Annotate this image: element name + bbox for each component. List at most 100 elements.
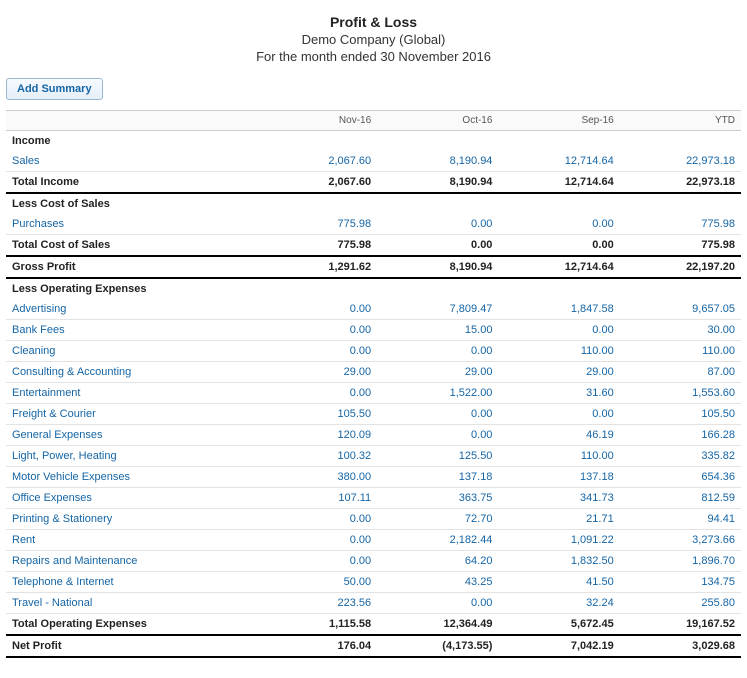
cell-value[interactable]: 46.19	[498, 425, 619, 446]
cell-value[interactable]: 0.00	[256, 320, 377, 341]
cell-value[interactable]: 21.71	[498, 509, 619, 530]
cell-value[interactable]: 110.00	[498, 341, 619, 362]
account-link[interactable]: Repairs and Maintenance	[12, 555, 137, 567]
cell-value[interactable]: 3,273.66	[620, 530, 741, 551]
account-link[interactable]: Cleaning	[12, 345, 55, 357]
gross-profit-row: Gross Profit 1,291.62 8,190.94 12,714.64…	[6, 256, 741, 278]
cell-value[interactable]: 223.56	[256, 593, 377, 614]
account-link[interactable]: Office Expenses	[12, 492, 92, 504]
cell-value[interactable]: 1,522.00	[377, 383, 498, 404]
cell-value[interactable]: 137.18	[498, 467, 619, 488]
add-summary-button[interactable]: Add Summary	[6, 78, 103, 100]
cell-value[interactable]: 105.50	[256, 404, 377, 425]
cell-value[interactable]: 9,657.05	[620, 299, 741, 320]
cell-value[interactable]: 7,809.47	[377, 299, 498, 320]
table-row: Advertising 0.007,809.471,847.589,657.05	[6, 299, 741, 320]
cell-value[interactable]: 32.24	[498, 593, 619, 614]
cell-value[interactable]: 30.00	[620, 320, 741, 341]
cell-value[interactable]: 341.73	[498, 488, 619, 509]
cell-value[interactable]: 31.60	[498, 383, 619, 404]
col-header: Sep-16	[498, 111, 619, 131]
cell-value[interactable]: 120.09	[256, 425, 377, 446]
cell-value[interactable]: 1,832.50	[498, 551, 619, 572]
cell-value[interactable]: 50.00	[256, 572, 377, 593]
cell-value[interactable]: 29.00	[256, 362, 377, 383]
cell-value[interactable]: 0.00	[377, 214, 498, 235]
cell-value[interactable]: 363.75	[377, 488, 498, 509]
total-income-row: Total Income 2,067.60 8,190.94 12,714.64…	[6, 172, 741, 194]
cell-value[interactable]: 87.00	[620, 362, 741, 383]
cell-value[interactable]: 380.00	[256, 467, 377, 488]
cell-value[interactable]: 41.50	[498, 572, 619, 593]
cell-value[interactable]: 29.00	[377, 362, 498, 383]
cell-value[interactable]: 134.75	[620, 572, 741, 593]
table-row: Bank Fees0.0015.000.0030.00	[6, 320, 741, 341]
cell-value[interactable]: 812.59	[620, 488, 741, 509]
cell-value[interactable]: 0.00	[256, 341, 377, 362]
cell-value[interactable]: 12,714.64	[498, 151, 619, 172]
cell-value[interactable]: 335.82	[620, 446, 741, 467]
cell-value[interactable]: 137.18	[377, 467, 498, 488]
section-title-opex: Less Operating Expenses	[6, 278, 741, 299]
cell-value[interactable]: 2,182.44	[377, 530, 498, 551]
table-row: Cleaning0.000.00110.00110.00	[6, 341, 741, 362]
cell-value[interactable]: 0.00	[498, 214, 619, 235]
account-link[interactable]: Rent	[12, 534, 35, 546]
account-link[interactable]: Light, Power, Heating	[12, 450, 117, 462]
table-row: Printing & Stationery 0.0072.7021.7194.41	[6, 509, 741, 530]
cell-value[interactable]: 0.00	[256, 299, 377, 320]
report-header: Profit & Loss Demo Company (Global) For …	[6, 14, 741, 64]
account-link[interactable]: Bank Fees	[12, 324, 65, 336]
account-link[interactable]: Sales	[12, 155, 40, 167]
cell-value[interactable]: 107.11	[256, 488, 377, 509]
cell-value[interactable]: 0.00	[377, 593, 498, 614]
cell-value[interactable]: 775.98	[620, 214, 741, 235]
table-row: Freight & Courier105.500.000.00105.50	[6, 404, 741, 425]
cell-value[interactable]: 0.00	[256, 383, 377, 404]
account-link[interactable]: Entertainment	[12, 387, 80, 399]
cell-value[interactable]: 15.00	[377, 320, 498, 341]
col-header: Nov-16	[256, 111, 377, 131]
report-title: Profit & Loss	[6, 14, 741, 30]
cell-value[interactable]: 2,067.60	[256, 151, 377, 172]
cell-value[interactable]: 166.28	[620, 425, 741, 446]
cell-value[interactable]: 110.00	[620, 341, 741, 362]
cell-value[interactable]: 22,973.18	[620, 151, 741, 172]
cell-value[interactable]: 0.00	[498, 404, 619, 425]
account-link[interactable]: Travel - National	[12, 597, 92, 609]
account-link[interactable]: Freight & Courier	[12, 408, 96, 420]
cell-value[interactable]: 1,896.70	[620, 551, 741, 572]
account-link[interactable]: Telephone & Internet	[12, 576, 114, 588]
table-row: Rent 0.002,182.441,091.223,273.66	[6, 530, 741, 551]
cell-value[interactable]: 8,190.94	[377, 151, 498, 172]
cell-value[interactable]: 775.98	[256, 214, 377, 235]
cell-value[interactable]: 1,553.60	[620, 383, 741, 404]
cell-value[interactable]: 0.00	[256, 551, 377, 572]
cell-value[interactable]: 64.20	[377, 551, 498, 572]
cell-value[interactable]: 110.00	[498, 446, 619, 467]
cell-value[interactable]: 0.00	[377, 425, 498, 446]
section-title-income: Income	[6, 131, 741, 152]
cell-value[interactable]: 654.36	[620, 467, 741, 488]
account-link[interactable]: Printing & Stationery	[12, 513, 112, 525]
cell-value[interactable]: 125.50	[377, 446, 498, 467]
cell-value[interactable]: 0.00	[256, 509, 377, 530]
account-link[interactable]: Advertising	[12, 303, 66, 315]
cell-value[interactable]: 72.70	[377, 509, 498, 530]
account-link[interactable]: Motor Vehicle Expenses	[12, 471, 130, 483]
cell-value[interactable]: 0.00	[377, 341, 498, 362]
account-link[interactable]: Purchases	[12, 218, 64, 230]
cell-value[interactable]: 1,091.22	[498, 530, 619, 551]
cell-value[interactable]: 94.41	[620, 509, 741, 530]
cell-value[interactable]: 43.25	[377, 572, 498, 593]
cell-value[interactable]: 255.80	[620, 593, 741, 614]
account-link[interactable]: General Expenses	[12, 429, 103, 441]
account-link[interactable]: Consulting & Accounting	[12, 366, 131, 378]
cell-value[interactable]: 105.50	[620, 404, 741, 425]
cell-value[interactable]: 0.00	[377, 404, 498, 425]
cell-value[interactable]: 0.00	[256, 530, 377, 551]
cell-value[interactable]: 100.32	[256, 446, 377, 467]
cell-value[interactable]: 1,847.58	[498, 299, 619, 320]
cell-value[interactable]: 29.00	[498, 362, 619, 383]
cell-value[interactable]: 0.00	[498, 320, 619, 341]
